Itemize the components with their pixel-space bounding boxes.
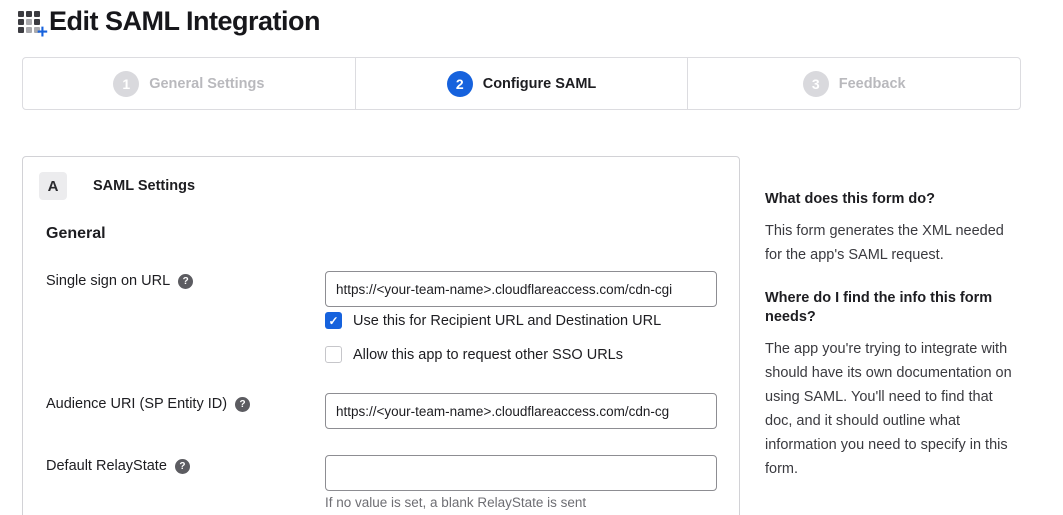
step-3-circle: 3 <box>803 71 829 97</box>
step-general-settings[interactable]: 1 General Settings <box>23 58 355 109</box>
checkbox-checked-icon[interactable]: ✓ <box>325 312 342 329</box>
section-title: SAML Settings <box>93 178 195 194</box>
checkbox-unchecked-icon[interactable] <box>325 346 342 363</box>
sso-url-input[interactable] <box>325 271 717 307</box>
step-2-label: Configure SAML <box>483 76 597 92</box>
help-q1-heading: What does this form do? <box>765 190 1017 209</box>
audience-uri-label: Audience URI (SP Entity ID) ? <box>46 396 250 412</box>
sso-url-label-text: Single sign on URL <box>46 273 170 289</box>
help-q2-heading: Where do I find the info this form needs… <box>765 289 1017 327</box>
sso-url-label: Single sign on URL ? <box>46 273 193 289</box>
audience-uri-input[interactable] <box>325 393 717 429</box>
other-sso-urls-checkbox-label: Allow this app to request other SSO URLs <box>353 347 623 363</box>
step-feedback[interactable]: 3 Feedback <box>687 58 1020 109</box>
step-1-circle: 1 <box>113 71 139 97</box>
wizard-steps: 1 General Settings 2 Configure SAML 3 Fe… <box>22 57 1021 110</box>
recipient-url-checkbox-row[interactable]: ✓ Use this for Recipient URL and Destina… <box>325 312 661 329</box>
grid-add-icon: + <box>16 7 46 37</box>
page-title: Edit SAML Integration <box>49 6 320 37</box>
section-header: A SAML Settings <box>39 172 195 200</box>
saml-settings-panel: A SAML Settings General Single sign on U… <box>22 156 740 515</box>
plus-glyph: + <box>37 25 48 41</box>
relay-state-hint: If no value is set, a blank RelayState i… <box>325 495 586 510</box>
help-icon[interactable]: ? <box>235 397 250 412</box>
page-header: + Edit SAML Integration <box>16 6 320 37</box>
step-1-label: General Settings <box>149 76 264 92</box>
step-configure-saml[interactable]: 2 Configure SAML <box>355 58 688 109</box>
section-badge: A <box>39 172 67 200</box>
audience-uri-label-text: Audience URI (SP Entity ID) <box>46 396 227 412</box>
relay-state-label: Default RelayState ? <box>46 458 190 474</box>
step-2-circle: 2 <box>447 71 473 97</box>
help-icon[interactable]: ? <box>178 274 193 289</box>
help-q2-body: The app you're trying to integrate with … <box>765 337 1017 481</box>
help-q1-body: This form generates the XML needed for t… <box>765 219 1017 267</box>
step-3-label: Feedback <box>839 76 906 92</box>
help-icon[interactable]: ? <box>175 459 190 474</box>
help-sidebar: What does this form do? This form genera… <box>765 190 1017 481</box>
edit-saml-integration-page: + Edit SAML Integration 1 General Settin… <box>0 0 1063 515</box>
recipient-url-checkbox-label: Use this for Recipient URL and Destinati… <box>353 313 661 329</box>
group-heading-general: General <box>46 225 106 243</box>
other-sso-urls-checkbox-row[interactable]: Allow this app to request other SSO URLs <box>325 346 623 363</box>
relay-state-label-text: Default RelayState <box>46 458 167 474</box>
relay-state-input[interactable] <box>325 455 717 491</box>
